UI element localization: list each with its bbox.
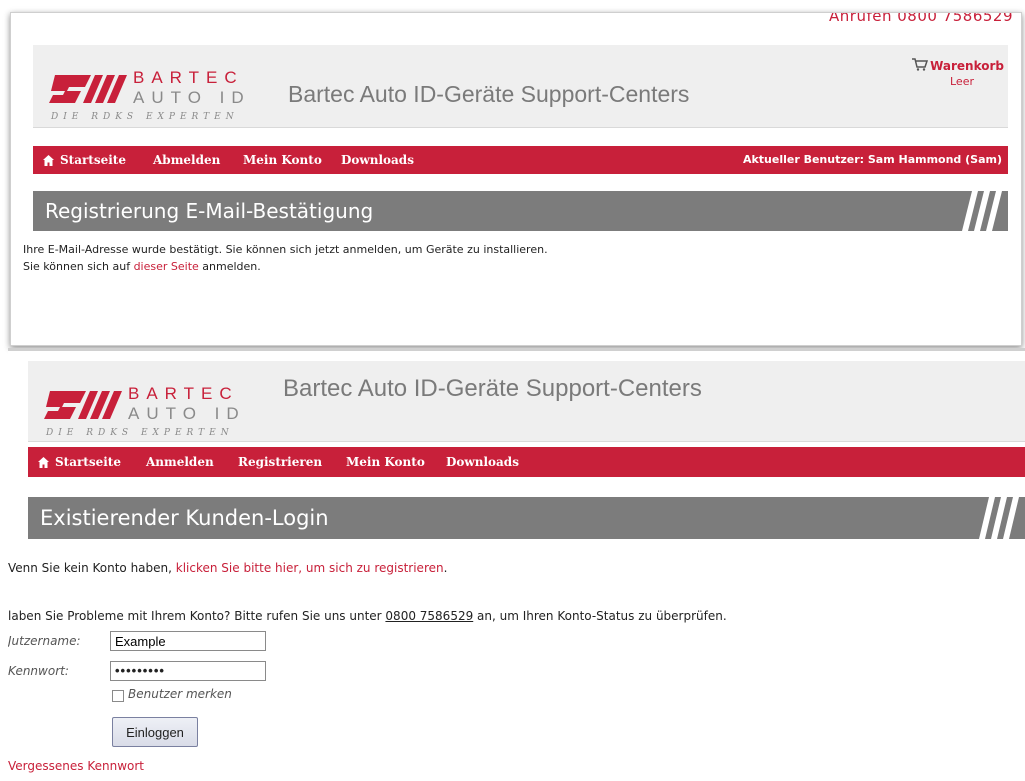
remember-me-checkbox[interactable]: [112, 690, 124, 702]
brand-tagline: DIE RDKS EXPERTEN: [50, 112, 239, 122]
register-hint-prefix: Venn Sie kein Konto haben,: [8, 561, 176, 575]
site-title: Bartec Auto ID-Geräte Support-Centers: [283, 375, 702, 402]
register-hint-suffix: .: [443, 561, 448, 575]
stripes-decoration: [962, 191, 1002, 231]
main-nav: Startseite Anmelden Registrieren Mein Ko…: [28, 447, 1025, 477]
confirmation-line-2: Sie können sich auf dieser Seite anmelde…: [23, 260, 261, 273]
account-problems-text: laben Sie Probleme mit Ihrem Konto? Bitt…: [8, 609, 727, 623]
nav-anmelden[interactable]: Anmelden: [146, 447, 214, 477]
section-header: Registrierung E-Mail-Bestätigung: [33, 191, 1008, 231]
nav-mein-konto[interactable]: Mein Konto: [243, 146, 322, 174]
home-icon: [43, 155, 54, 166]
bartec-logo[interactable]: BARTEC AUTO ID DIE RDKS EXPERTEN: [47, 55, 277, 123]
nav-downloads[interactable]: Downloads: [341, 146, 414, 174]
username-label: Jutzername:: [8, 634, 81, 648]
forgot-password-link[interactable]: Vergessenes Kennwort: [8, 759, 144, 773]
site-header: BARTEC AUTO ID DIE RDKS EXPERTEN Bartec …: [28, 361, 1025, 442]
nav-startseite[interactable]: Startseite: [38, 447, 121, 477]
nav-registrieren[interactable]: Registrieren: [238, 447, 322, 477]
line2-prefix: Sie können sich auf: [23, 260, 134, 273]
brand-name-bottom: AUTO ID: [128, 404, 246, 423]
section-header: Existierender Kunden-Login: [28, 497, 1025, 539]
nav-startseite-label: Startseite: [60, 153, 126, 167]
register-hint: Venn Sie kein Konto haben, klicken Sie b…: [8, 561, 447, 575]
site-header: BARTEC AUTO ID DIE RDKS EXPERTEN Bartec …: [33, 45, 1008, 128]
nav-abmelden[interactable]: Abmelden: [153, 146, 220, 174]
page-title: Existierender Kunden-Login: [40, 506, 329, 530]
confirmation-page-screenshot: Anrufen 0800 7586529 BARTEC AUTO ID DIE …: [10, 12, 1022, 346]
nav-mein-konto[interactable]: Mein Konto: [346, 447, 425, 477]
stripes-decoration: [979, 497, 1019, 539]
username-input[interactable]: [110, 631, 266, 651]
line2-suffix: anmelden.: [198, 260, 261, 273]
page-title: Registrierung E-Mail-Bestätigung: [45, 199, 374, 223]
problems-suffix: an, um Ihren Konto-Status zu überprüfen.: [473, 609, 727, 623]
this-page-link[interactable]: dieser Seite: [134, 260, 199, 273]
support-phone-link[interactable]: 0800 7586529: [385, 609, 473, 623]
phone-header-text: Anrufen 0800 7586529: [829, 12, 1013, 25]
password-input[interactable]: •••••••••: [110, 661, 266, 681]
remember-me-label: Benutzer merken: [128, 687, 232, 701]
nav-downloads[interactable]: Downloads: [446, 447, 519, 477]
nav-startseite[interactable]: Startseite: [43, 146, 126, 174]
cart-status: Leer: [950, 75, 974, 88]
password-label: Kennwort:: [8, 664, 69, 678]
current-user: Aktueller Benutzer: Sam Hammond (Sam): [742, 153, 1002, 166]
confirmation-line-1: Ihre E-Mail-Adresse wurde bestätigt. Sie…: [23, 243, 548, 256]
bartec-logo[interactable]: BARTEC AUTO ID DIE RDKS EXPERTEN: [42, 371, 272, 439]
brand-tagline: DIE RDKS EXPERTEN: [45, 428, 234, 438]
brand-name-top: BARTEC: [128, 384, 239, 403]
nav-startseite-label: Startseite: [55, 455, 121, 469]
brand-name-top: BARTEC: [133, 68, 244, 87]
brand-name-bottom: AUTO ID: [133, 88, 251, 107]
login-page-screenshot: BARTEC AUTO ID DIE RDKS EXPERTEN Bartec …: [8, 348, 1025, 781]
register-link[interactable]: klicken Sie bitte hier, um sich zu regis…: [176, 561, 444, 575]
home-icon: [38, 457, 49, 468]
cart-label[interactable]: Warenkorb: [930, 59, 1004, 73]
cart-icon: [912, 56, 929, 75]
main-nav: Startseite Abmelden Mein Konto Downloads…: [33, 146, 1008, 174]
problems-prefix: laben Sie Probleme mit Ihrem Konto? Bitt…: [8, 609, 386, 623]
login-button[interactable]: Einloggen: [112, 717, 198, 747]
cart[interactable]: Warenkorb Leer: [912, 55, 1004, 88]
site-title: Bartec Auto ID-Geräte Support-Centers: [288, 81, 690, 107]
